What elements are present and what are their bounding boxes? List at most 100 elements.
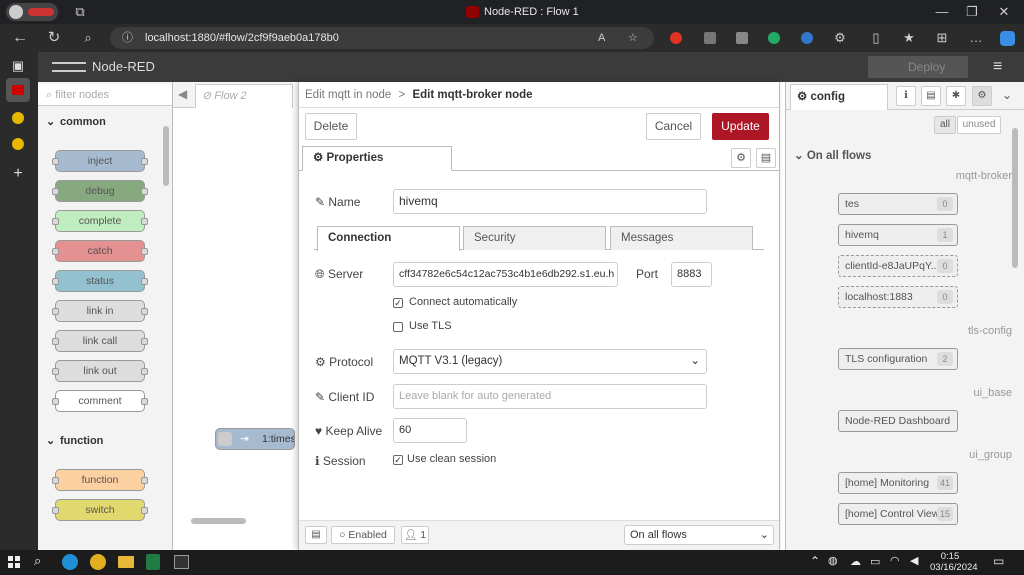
palette-node-switch[interactable]: switch <box>52 499 148 521</box>
config-node[interactable]: [home] Monitoring 41 <box>838 472 958 494</box>
node-description-icon[interactable]: ▤ <box>756 148 776 168</box>
palette-scrollbar[interactable] <box>163 126 169 186</box>
cancel-button[interactable]: Cancel <box>646 113 701 140</box>
client-id-input[interactable]: Leave blank for auto generated <box>393 384 707 409</box>
port-input[interactable]: 8883 <box>671 262 712 287</box>
config-node[interactable]: tes 0 <box>838 193 958 215</box>
terminal-icon[interactable] <box>174 555 189 569</box>
profile-avatar[interactable] <box>6 3 58 21</box>
main-menu-icon[interactable]: ≡ <box>993 56 1002 78</box>
section-on-all-flows[interactable]: ⌄ On all flows <box>794 148 871 162</box>
palette-node-complete[interactable]: complete <box>52 210 148 232</box>
battery-icon[interactable]: ▭ <box>870 555 880 568</box>
name-input[interactable]: hivemq <box>393 189 707 214</box>
node-port[interactable] <box>141 218 148 225</box>
filter-all-button[interactable]: all <box>934 116 956 134</box>
clean-session-checkbox[interactable]: ✓ <box>393 455 403 465</box>
node-port[interactable] <box>52 398 59 405</box>
enabled-toggle[interactable]: ○ Enabled <box>331 526 395 544</box>
config-node[interactable]: TLS configuration 2 <box>838 348 958 370</box>
breadcrumb-parent[interactable]: Edit mqtt in node <box>305 89 391 101</box>
clock[interactable]: 0:15 03/16/2024 <box>930 551 978 573</box>
active-tab-node-red-icon[interactable] <box>6 78 30 102</box>
node-port[interactable] <box>52 278 59 285</box>
node-port[interactable] <box>52 368 59 375</box>
wifi-icon[interactable]: ◠ <box>890 554 900 567</box>
node-port[interactable] <box>52 248 59 255</box>
sidebar-menu-chevron-icon[interactable]: ⌄ <box>1002 88 1012 102</box>
node-port[interactable] <box>52 507 59 514</box>
node-port[interactable] <box>52 477 59 484</box>
palette-node-link-in[interactable]: link in <box>52 300 148 322</box>
address-bar[interactable]: ⓘ localhost:1880/#flow/2cf9f9aeb0a178b0 … <box>110 27 654 49</box>
site-info-icon[interactable]: ⓘ <box>122 27 133 49</box>
node-port[interactable] <box>141 477 148 484</box>
node-port[interactable] <box>141 338 148 345</box>
search-icon[interactable]: ⌕ <box>34 553 41 569</box>
protocol-select[interactable]: MQTT V3.1 (legacy) ⌄ <box>393 349 707 374</box>
extension-grey-icon[interactable] <box>704 32 716 44</box>
sidebar-scrollbar[interactable] <box>1012 128 1018 268</box>
config-node[interactable]: [home] Control View 15 <box>838 503 958 525</box>
horizontal-scrollbar[interactable] <box>191 518 246 524</box>
search-icon[interactable]: ⌕ <box>76 26 100 50</box>
new-tab-icon[interactable]: + <box>6 162 30 186</box>
deploy-button[interactable]: Deploy <box>868 56 968 78</box>
tab-config[interactable]: ⚙ config <box>790 84 888 110</box>
notifications-icon[interactable]: ▭ <box>993 554 1004 568</box>
debug-tab-icon[interactable]: ✱ <box>946 86 966 106</box>
node-settings-icon[interactable]: ⚙ <box>731 148 751 168</box>
palette-node-inject[interactable]: inject <box>52 150 148 172</box>
delete-button[interactable]: Delete <box>305 113 357 140</box>
keep-alive-input[interactable]: 60 <box>393 418 467 443</box>
palette-node-comment[interactable]: comment <box>52 390 148 412</box>
tab-flow-2[interactable]: ⊘ Flow 2 <box>195 84 293 108</box>
node-port[interactable] <box>141 158 148 165</box>
node-port[interactable] <box>141 188 148 195</box>
config-node[interactable]: localhost:1883 0 <box>838 286 958 308</box>
help-tab-icon[interactable]: ▤ <box>921 86 941 106</box>
palette-node-debug[interactable]: debug <box>52 180 148 202</box>
favorite-star-icon[interactable]: ☆ <box>628 27 638 49</box>
palette-node-status[interactable]: status <box>52 270 148 292</box>
config-node[interactable]: hivemq 1 <box>838 224 958 246</box>
reload-icon[interactable]: ↻ <box>42 26 66 50</box>
palette-category-common[interactable]: ⌄ common <box>38 110 162 134</box>
tab-messages[interactable]: Messages <box>610 226 753 250</box>
node-port[interactable] <box>52 308 59 315</box>
server-input[interactable]: cff34782e6c54c12ac753c4b1e6db292.s1.eu.h <box>393 262 618 287</box>
palette-node-catch[interactable]: catch <box>52 240 148 262</box>
node-port[interactable] <box>141 398 148 405</box>
flow-node[interactable]: ⇥ 1:times <box>215 428 295 450</box>
show-hidden-icons-icon[interactable]: ⌃ <box>810 554 820 568</box>
users-count-button[interactable]: 👤︎ 1 <box>401 526 429 544</box>
node-button[interactable] <box>218 432 232 446</box>
tab-yellow-icon-1[interactable] <box>12 112 24 124</box>
use-tls-checkbox[interactable] <box>393 322 403 332</box>
tab-scroll-left-icon[interactable]: ◀ <box>178 87 187 101</box>
back-icon[interactable]: ← <box>8 26 32 50</box>
tab-yellow-icon-2[interactable] <box>12 138 24 150</box>
chrome-icon[interactable] <box>90 554 106 570</box>
file-explorer-icon[interactable] <box>118 556 134 568</box>
tab-properties[interactable]: ⚙ Properties <box>302 146 452 171</box>
vertical-tabs-icon[interactable]: ▣ <box>6 54 30 78</box>
node-port[interactable] <box>141 248 148 255</box>
excel-icon[interactable] <box>146 554 160 570</box>
browser-tab-title[interactable]: Node-RED : Flow 1 <box>484 0 579 24</box>
split-screen-icon[interactable]: ▯ <box>864 26 888 50</box>
tab-connection[interactable]: Connection <box>317 226 460 251</box>
extensions-icon[interactable]: ⚙ <box>828 26 852 50</box>
palette-category-function[interactable]: ⌄ function <box>38 429 162 453</box>
tab-security[interactable]: Security <box>463 226 606 250</box>
config-node[interactable]: Node-RED Dashboard <box>838 410 958 432</box>
network-icon[interactable]: ◍ <box>828 554 838 567</box>
read-aloud-icon[interactable]: A <box>598 27 605 49</box>
extension-red-icon[interactable] <box>670 32 682 44</box>
collections-icon[interactable]: ⊞ <box>930 26 954 50</box>
tab-actions-icon[interactable]: ⧉ <box>68 0 92 24</box>
extension-copy-icon[interactable] <box>736 32 748 44</box>
palette-filter[interactable]: ⌕ filter nodes <box>38 84 172 106</box>
node-port[interactable] <box>141 507 148 514</box>
copilot-icon[interactable] <box>1000 31 1015 46</box>
